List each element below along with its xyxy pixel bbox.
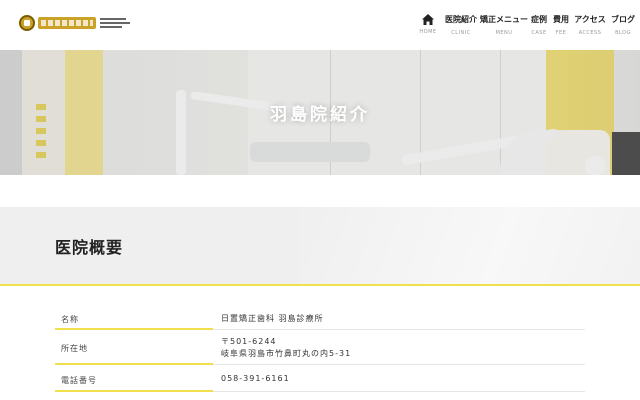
nav-item-fee[interactable]: 費用 FEE (552, 14, 570, 37)
nav-item-label: 医院紹介 (445, 15, 477, 24)
row-value: 日置矯正歯科 羽島診療所 (221, 314, 324, 323)
nav-item-en: HOME (419, 29, 437, 35)
nav-item-clinic[interactable]: 医院紹介 CLINIC (444, 14, 478, 37)
nav-item-label: 費用 (553, 15, 569, 24)
nav-item-en: ACCESS (578, 30, 602, 36)
nav-item-label: ブログ (611, 15, 635, 24)
nav-item-blog[interactable]: ブログ BLOG (610, 14, 636, 37)
logo-subtext (100, 18, 130, 28)
row-label: 名称 (61, 315, 79, 324)
section-title: 医院概要 (55, 238, 124, 257)
postal-code: 〒501-6244 (221, 337, 277, 346)
table-row: 名称 日置矯正歯科 羽島診療所 (55, 307, 585, 330)
row-label: 電話番号 (61, 376, 97, 385)
section-divider (0, 284, 640, 286)
nav-item-label: 症例 (531, 15, 547, 24)
clinic-info-table: 名称 日置矯正歯科 羽島診療所 所在地 〒501-6244 岐阜県羽島市竹鼻町丸… (55, 307, 585, 392)
table-row-header: 名称 (55, 307, 213, 330)
nav-item-menu[interactable]: 矯正メニュー MENU (480, 14, 528, 37)
site-logo[interactable] (19, 14, 135, 32)
nav-item-en: CLINIC (451, 30, 471, 36)
global-nav: HOME 医院紹介 CLINIC 矯正メニュー MENU 症例 CASE 費用 … (416, 14, 638, 38)
logo-wordmark (38, 17, 96, 29)
nav-item-home[interactable]: HOME (416, 14, 440, 36)
row-label: 所在地 (61, 344, 88, 353)
nav-item-label: アクセス (574, 15, 606, 24)
nav-item-en: BLOG (615, 30, 631, 36)
nav-item-access[interactable]: アクセス ACCESS (573, 14, 607, 37)
row-value-address: 〒501-6244 岐阜県羽島市竹鼻町丸の内5-31 (221, 336, 351, 360)
hero-banner: 羽島院紹介 (0, 50, 640, 175)
table-row: 所在地 〒501-6244 岐阜県羽島市竹鼻町丸の内5-31 (55, 330, 585, 365)
table-row: 電話番号 058-391-6161 (55, 365, 585, 392)
address-line: 岐阜県羽島市竹鼻町丸の内5-31 (221, 349, 352, 358)
nav-item-label: 矯正メニュー (480, 15, 528, 24)
nav-item-case[interactable]: 症例 CASE (530, 14, 548, 37)
site-header: HOME 医院紹介 CLINIC 矯正メニュー MENU 症例 CASE 費用 … (0, 0, 640, 50)
phone-number[interactable]: 058-391-6161 (221, 373, 290, 385)
nav-item-en: MENU (495, 30, 513, 36)
table-row-header: 電話番号 (55, 365, 213, 392)
table-row-header: 所在地 (55, 330, 213, 365)
home-icon (422, 14, 434, 25)
nav-item-en: FEE (555, 30, 567, 36)
logo-emblem-icon (19, 15, 35, 31)
nav-item-en: CASE (531, 30, 547, 36)
page-title: 羽島院紹介 (270, 105, 370, 125)
